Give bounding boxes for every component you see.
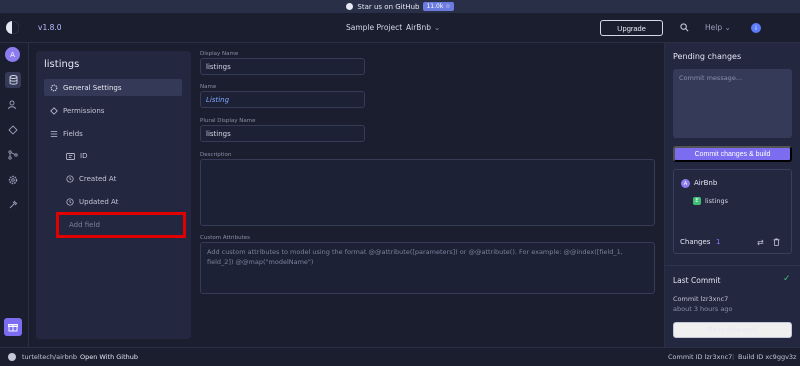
last-commit-title: Last Commit [673,276,721,285]
clock-icon [66,175,74,183]
gift-icon[interactable] [4,318,22,336]
info-icon[interactable]: i [751,23,761,33]
id-icon [66,152,75,160]
connections-icon[interactable] [5,147,21,163]
upgrade-button[interactable]: Upgrade [600,20,663,36]
banner-text: Star us on GitHub [357,2,420,11]
field-label: ID [80,152,88,160]
nav-label: General Settings [63,83,122,92]
avatar[interactable]: A [5,47,20,62]
entities-icon[interactable] [5,72,21,88]
help-label: Help [705,23,723,32]
open-with-github-link[interactable]: Open With Github [80,353,138,361]
separator: | [732,353,735,361]
permissions-icon [50,106,58,115]
diamond-icon[interactable] [5,122,21,138]
go-to-view-code-button[interactable]: Go to view code [673,322,792,338]
trash-icon[interactable] [773,238,780,246]
github-banner[interactable]: Star us on GitHub 11.0k ☆ [0,0,800,13]
display-name-field[interactable]: listings [200,58,365,75]
search-icon[interactable] [680,23,689,32]
changes-count: 1 [716,238,721,246]
clock-icon [66,198,74,206]
last-commit-time: about 3 hours ago [673,305,733,313]
star-count-badge: 11.0k ☆ [423,2,454,11]
resource-avatar: A [681,179,690,188]
project-breadcrumb[interactable]: Sample Project [346,23,402,32]
build-id[interactable]: Build ID xc9ggv3z [738,353,796,361]
list-icon [50,130,58,137]
plural-display-name-field[interactable]: listings [200,125,365,142]
last-commit-id[interactable]: Commit lzr3xnc7 [673,295,728,303]
nav-general-settings[interactable]: General Settings [44,79,182,96]
name-label: Name [200,84,217,90]
amplication-logo-icon[interactable] [6,21,19,34]
entity-badge: E [693,197,701,205]
resource-name[interactable]: AirBnb [694,179,717,187]
repo-name[interactable]: turteltech/airbnb [22,353,77,361]
nav-label: Fields [63,129,83,138]
field-label: Created At [79,175,117,183]
chevron-down-icon: ⌄ [724,23,731,32]
display-name-label: Display Name [200,51,239,57]
changes-box: A AirBnb E listings Changes 1 ⇄ [673,169,792,254]
chevron-down-icon: ⌄ [433,23,441,32]
app-selector[interactable]: AirBnb ⌄ [406,23,440,32]
add-field-input[interactable]: Add field [69,221,100,229]
gear-icon[interactable] [5,172,21,188]
plugins-icon[interactable] [5,197,21,213]
check-icon: ✓ [783,274,791,284]
commit-message-input[interactable]: Commit message... [673,69,792,138]
top-bar: v1.8.0 Sample Project AirBnb ⌄ Upgrade He… [0,13,800,43]
plural-display-name-label: Plural Display Name [200,118,256,124]
github-icon [346,3,354,10]
field-label: Updated At [79,198,119,206]
nav-fields[interactable]: Fields [44,125,182,142]
entity-nav-panel: listings General Settings Permissions Fi… [36,51,191,339]
description-label: Description [200,152,232,158]
github-icon [8,353,16,361]
roles-icon[interactable] [5,97,21,113]
help-menu[interactable]: Help ⌄ [705,23,731,32]
compare-icon[interactable]: ⇄ [757,238,764,247]
pending-changes-title: Pending changes [673,52,742,61]
field-item-updated-at[interactable]: Updated At [66,198,118,206]
changes-label: Changes [680,238,711,246]
custom-attributes-label: Custom Attributes [200,235,250,241]
nav-permissions[interactable]: Permissions [44,102,182,119]
footer-bar: turteltech/airbnb Open With Github Commi… [0,347,800,366]
pending-changes-panel: Pending changes Commit message... Commit… [664,43,800,347]
field-item-id[interactable]: ID [66,152,87,160]
left-rail: A [0,43,29,347]
divider [665,265,800,266]
changed-entity-name[interactable]: listings [705,197,728,205]
name-field[interactable]: Listing [200,91,365,108]
settings-icon [50,84,58,91]
commit-id[interactable]: Commit ID lzr3xnc7 [668,353,732,361]
page-title: listings [44,59,80,70]
field-item-created-at[interactable]: Created At [66,175,116,183]
app-name: AirBnb [406,23,431,32]
custom-attributes-field[interactable]: Add custom attributes to model using the… [200,242,655,294]
version-label: v1.8.0 [38,23,62,32]
description-field[interactable] [200,159,655,226]
commit-button[interactable]: Commit changes & build [673,146,792,162]
nav-label: Permissions [63,106,105,115]
